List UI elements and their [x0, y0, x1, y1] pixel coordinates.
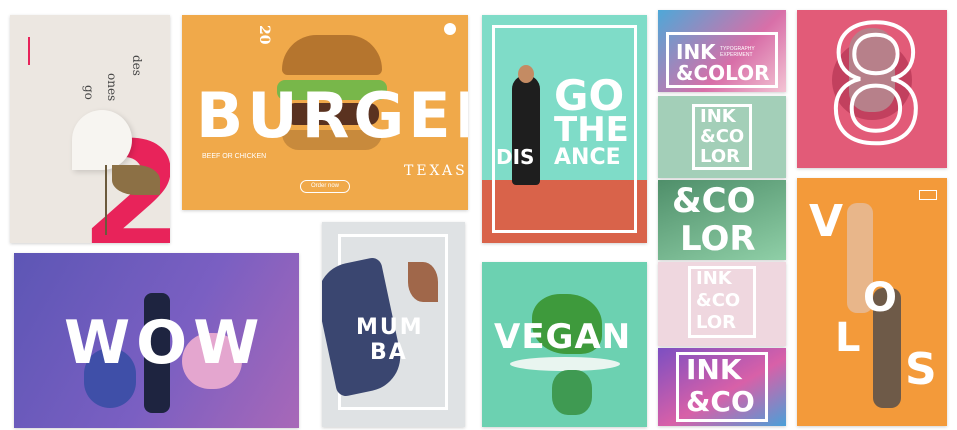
runner-head	[518, 65, 534, 83]
vertical-text-go: go	[82, 85, 96, 100]
flower-stem	[105, 165, 107, 235]
ink2-line-1: INK	[700, 106, 736, 127]
greens-illustration-2	[552, 370, 592, 415]
poster-ink-5[interactable]: INK &CO	[658, 348, 786, 426]
ink-tagline: TYPOGRAPHY EXPERIMENT	[720, 46, 755, 58]
volley-letter-2: O	[863, 275, 898, 321]
poster-vegan[interactable]: VEGAN	[482, 262, 647, 427]
ink4-line-2: &CO	[696, 290, 741, 311]
poster-volley[interactable]: V O L S	[797, 178, 947, 426]
vertical-text-des: des	[130, 55, 144, 76]
ink3-line-2: LOR	[680, 219, 756, 259]
poster-fine-print	[28, 37, 54, 65]
ink4-line-3: LOR	[696, 312, 736, 333]
ink5-line-1: INK	[686, 353, 742, 386]
volley-letter-3: L	[835, 315, 861, 361]
vertical-text-ones: ones	[105, 73, 119, 102]
flower-illustration	[72, 110, 132, 170]
volley-letter-4: S	[905, 344, 937, 395]
burger-title: BURGER	[196, 79, 468, 152]
distance-line-4: ANCE	[554, 145, 621, 170]
vegan-title: VEGAN	[494, 317, 632, 357]
poster-ink-2[interactable]: INK &CO LOR	[658, 96, 786, 178]
poster-ink-1[interactable]: INK &COLOR TYPOGRAPHY EXPERIMENT	[658, 10, 786, 92]
plate	[510, 357, 620, 371]
poster-ink-3[interactable]: &CO LOR	[658, 180, 786, 260]
poster-distance[interactable]: GO THE DIS ANCE	[482, 15, 647, 243]
number-eight: 8	[823, 10, 929, 168]
poster-portrait[interactable]: 8	[797, 10, 947, 168]
poster-wow[interactable]: WOW	[14, 253, 299, 428]
distance-line-2: THE	[554, 110, 629, 150]
ink-title-b: &COLOR	[676, 61, 770, 85]
wow-title: WOW	[64, 308, 266, 378]
mumbai-line-1: MUM	[356, 315, 424, 340]
poster-ink-4[interactable]: INK &CO LOR	[658, 262, 786, 346]
burger-subtitle: BEEF OR CHICKEN	[202, 153, 267, 160]
mumbai-line-2: BA	[370, 340, 408, 365]
ink3-line-1: &CO	[672, 181, 756, 221]
ink4-line-1: INK	[696, 268, 732, 289]
poster-flower[interactable]: 2 go ones des	[10, 15, 170, 243]
ink-title-a: INK	[676, 40, 716, 64]
team-logo	[919, 190, 937, 200]
ink2-line-3: LOR	[700, 146, 740, 167]
leaf-illustration	[112, 165, 160, 195]
poster-mumbai[interactable]: MUM BA	[322, 222, 465, 427]
leaves-illustration-2	[408, 262, 438, 302]
distance-line-3: DIS	[496, 145, 535, 169]
volley-letter-1: V	[809, 196, 844, 247]
ink2-line-2: &CO	[700, 126, 745, 147]
order-button[interactable]: Order now	[300, 180, 350, 193]
burger-number: 20	[256, 25, 272, 45]
poster-burger[interactable]: BURGER BEEF OR CHICKEN 20 TEXAS Order no…	[182, 15, 468, 210]
burger-logo-circle	[444, 23, 456, 35]
ink5-line-2: &CO	[686, 385, 755, 418]
burger-city: TEXAS	[404, 163, 468, 179]
